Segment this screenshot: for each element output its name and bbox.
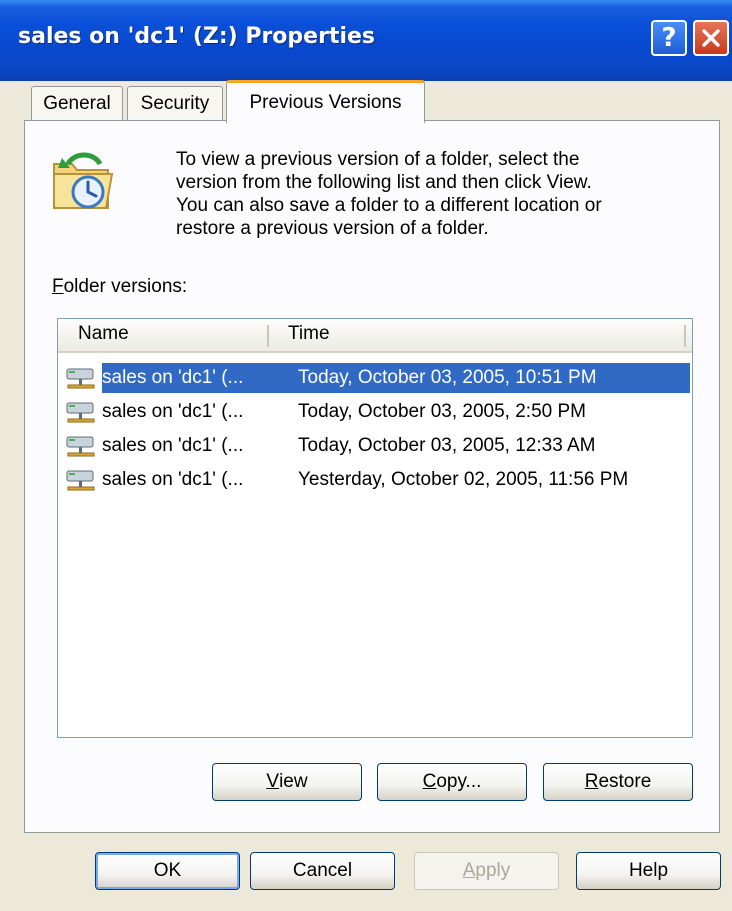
help-footer-button[interactable]: Help xyxy=(576,852,721,890)
folder-versions-label: Folder versions: xyxy=(52,276,187,298)
copy-hotkey: C xyxy=(422,771,437,792)
apply-label: pply xyxy=(475,860,511,881)
column-divider[interactable] xyxy=(684,325,686,347)
description-line: To view a previous version of a folder, … xyxy=(176,149,580,170)
network-drive-icon xyxy=(66,368,95,389)
tab-general[interactable]: General xyxy=(31,86,123,120)
description-line: restore a previous version of a folder. xyxy=(176,218,489,239)
list-item[interactable]: sales on 'dc1' (... Yesterday, October 0… xyxy=(64,465,690,495)
restore-hotkey: R xyxy=(584,771,599,792)
cancel-button[interactable]: Cancel xyxy=(250,852,395,890)
copy-button[interactable]: Copy... xyxy=(377,763,527,801)
help-label: Help xyxy=(628,860,669,881)
view-label: iew xyxy=(279,771,308,792)
view-button[interactable]: View xyxy=(212,763,362,801)
network-drive-icon xyxy=(66,402,95,423)
title-bar[interactable]: sales on 'dc1' (Z:) Properties ? xyxy=(0,0,732,81)
description-text: To view a previous version of a folder, … xyxy=(176,148,696,240)
apply-button[interactable]: Apply xyxy=(414,852,559,890)
version-name: sales on 'dc1' (... xyxy=(102,469,244,490)
version-time: Today, October 03, 2005, 10:51 PM xyxy=(298,367,597,389)
description-line: You can also save a folder to a differen… xyxy=(176,195,602,216)
view-hotkey: V xyxy=(266,771,280,792)
list-item[interactable]: sales on 'dc1' (... Today, October 03, 2… xyxy=(64,397,690,427)
restore-label: estore xyxy=(598,771,652,792)
ok-button[interactable]: OK xyxy=(95,852,240,890)
tab-general-label: General xyxy=(43,92,111,114)
description-line: version from the following list and then… xyxy=(176,172,592,193)
version-time: Today, October 03, 2005, 2:50 PM xyxy=(298,401,586,422)
network-drive-icon xyxy=(66,470,95,491)
version-time: Today, October 03, 2005, 12:33 AM xyxy=(298,435,596,456)
restore-button[interactable]: Restore xyxy=(543,763,693,801)
version-name: sales on 'dc1' (... xyxy=(102,367,282,389)
window-title: sales on 'dc1' (Z:) Properties xyxy=(18,24,376,49)
folder-history-icon xyxy=(53,152,114,209)
column-header-time[interactable]: Time xyxy=(288,323,330,345)
ok-label: OK xyxy=(153,860,182,881)
help-button[interactable]: ? xyxy=(651,20,687,56)
version-name: sales on 'dc1' (... xyxy=(102,435,244,456)
close-button[interactable] xyxy=(693,20,729,56)
help-icon: ? xyxy=(661,23,677,53)
tab-previous-versions[interactable]: Previous Versions xyxy=(226,80,425,123)
tab-security[interactable]: Security xyxy=(127,86,223,120)
version-time: Yesterday, October 02, 2005, 11:56 PM xyxy=(298,469,629,490)
apply-hotkey: A xyxy=(462,860,476,881)
folder-versions-list[interactable]: Name Time sales on 'dc1' (... Today, Oct… xyxy=(57,318,693,738)
version-name: sales on 'dc1' (... xyxy=(102,401,244,422)
list-item[interactable]: sales on 'dc1' (... Today, October 03, 2… xyxy=(64,363,690,393)
copy-label: opy... xyxy=(436,771,482,792)
tab-security-label: Security xyxy=(140,92,210,114)
network-drive-icon xyxy=(66,436,95,457)
folder-versions-label-text: older versions: xyxy=(63,276,188,297)
list-header: Name Time xyxy=(58,319,692,353)
column-divider[interactable] xyxy=(267,325,269,347)
folder-versions-hotkey: F xyxy=(52,276,64,297)
column-header-name[interactable]: Name xyxy=(78,323,129,345)
cancel-label: Cancel xyxy=(292,860,353,881)
list-item[interactable]: sales on 'dc1' (... Today, October 03, 2… xyxy=(64,431,690,461)
close-icon xyxy=(702,29,720,47)
tab-previous-versions-label: Previous Versions xyxy=(249,92,402,113)
